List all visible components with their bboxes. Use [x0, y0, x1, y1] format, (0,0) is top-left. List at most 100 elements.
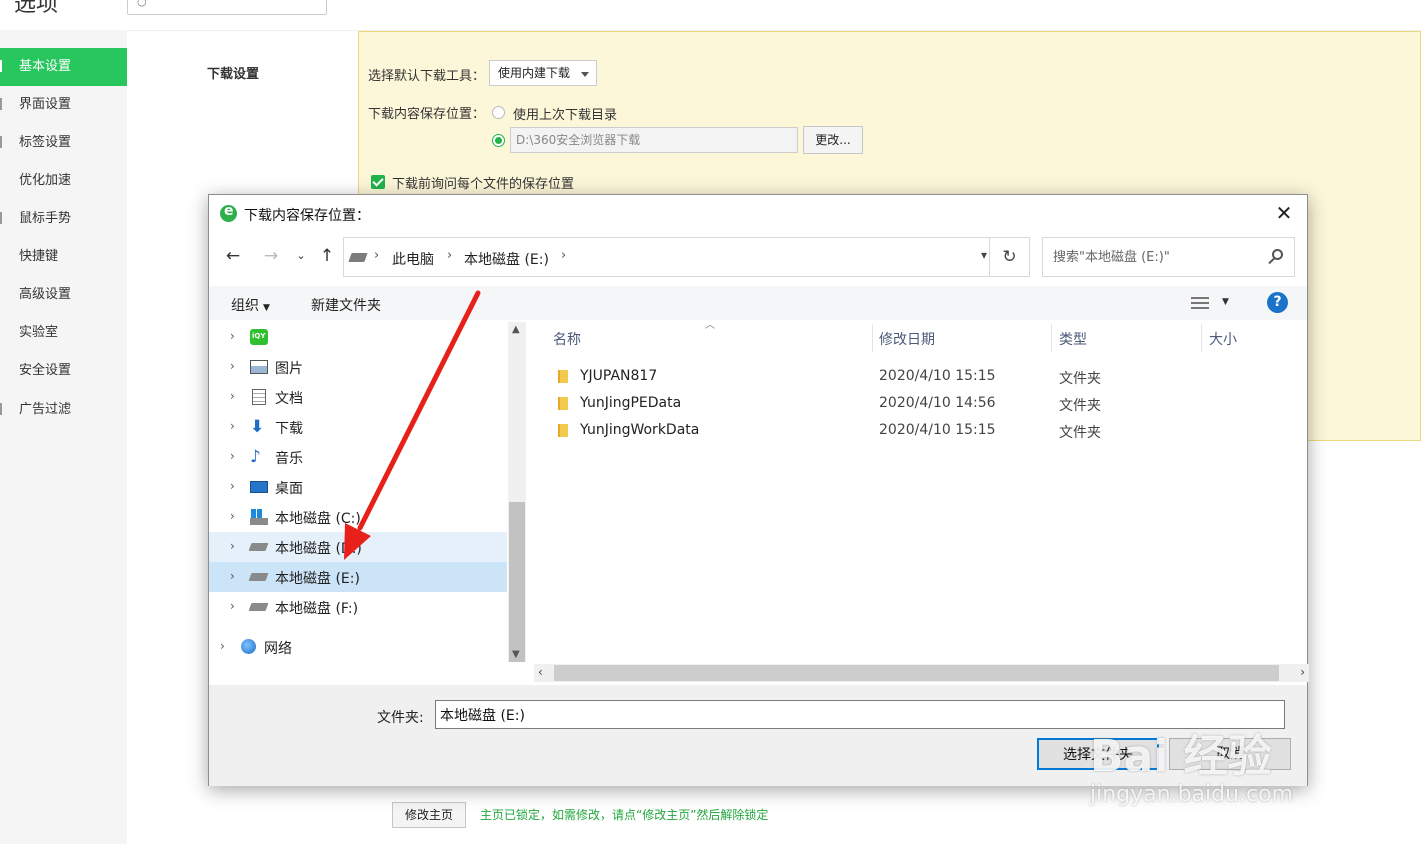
tree-item-label: 文档	[275, 391, 303, 407]
tree-item-label: 桌面	[275, 481, 303, 497]
tree-scrollbar[interactable]: ▲ ▼	[508, 322, 526, 662]
back-arrow-icon[interactable]: ←	[222, 245, 244, 267]
expand-chevron-icon[interactable]: ›	[230, 359, 235, 373]
organize-menu[interactable]: 组织 ▼	[231, 295, 270, 315]
tree-item-pictures[interactable]: › 图片	[209, 352, 507, 382]
file-row[interactable]: YunJingPEData 2020/4/10 14:56 文件夹	[527, 390, 1307, 417]
close-icon[interactable]: ✕	[1273, 202, 1295, 224]
sort-ascending-icon: ︿	[705, 320, 715, 331]
column-size[interactable]: 大小	[1209, 329, 1237, 349]
sidebar-item-shortcuts[interactable]: 快捷键	[0, 238, 127, 276]
sidebar-item-security[interactable]: 安全设置	[0, 352, 127, 390]
scroll-left-icon[interactable]: ‹	[538, 665, 543, 679]
sidebar-item-gestures[interactable]: 鼠标手势	[0, 200, 127, 238]
column-date[interactable]: 修改日期	[879, 329, 935, 349]
view-options-icon[interactable]	[1191, 297, 1209, 309]
tree-item-label: 本地磁盘 (E:)	[275, 571, 360, 587]
folder-icon	[558, 397, 568, 410]
scrollbar-thumb[interactable]	[509, 502, 525, 662]
tree-item-label: 本地磁盘 (D:)	[275, 541, 362, 557]
tree-item-documents[interactable]: › 文档	[209, 382, 507, 412]
sidebar-item-label: 快捷键	[19, 249, 59, 264]
tree-item-desktop[interactable]: › 桌面	[209, 472, 507, 502]
expand-chevron-icon[interactable]: ›	[230, 539, 235, 553]
refresh-icon[interactable]: ↻	[989, 238, 1029, 276]
scroll-down-icon[interactable]: ▼	[512, 649, 520, 660]
sidebar-item-basic[interactable]: 基本设置	[0, 48, 127, 86]
download-tool-select[interactable]: 使用内建下载	[489, 60, 597, 86]
navigation-bar: ← → ⌄ ↑ › 此电脑 › 本地磁盘 (E:) › ▾ ↻	[209, 237, 1307, 277]
address-bar[interactable]: › 此电脑 › 本地磁盘 (E:) › ▾ ↻	[343, 237, 1030, 277]
modify-homepage-button[interactable]: 修改主页	[392, 802, 466, 828]
download-tool-value: 使用内建下载	[498, 66, 571, 80]
chevron-right-icon[interactable]: ›	[374, 248, 379, 263]
help-icon[interactable]: ?	[1267, 292, 1288, 313]
sidebar-item-label: 广告过滤	[19, 402, 72, 417]
column-name[interactable]: 名称	[553, 329, 581, 349]
recent-locations-chevron-icon[interactable]: ⌄	[290, 245, 312, 267]
page-title: 选项	[14, 0, 59, 17]
expand-chevron-icon[interactable]: ›	[230, 389, 235, 403]
new-folder-button[interactable]: 新建文件夹	[311, 295, 381, 315]
up-arrow-icon[interactable]: ↑	[316, 245, 338, 267]
tree-item-iqiyi[interactable]: ›	[209, 322, 507, 352]
address-history-chevron-icon[interactable]: ▾	[981, 248, 987, 262]
homepage-lock-note: 主页已锁定，如需修改，请点“修改主页”然后解除锁定	[480, 808, 769, 822]
expand-chevron-icon[interactable]: ›	[230, 509, 235, 523]
radio-custom-path[interactable]	[492, 134, 505, 147]
sidebar-item-adblock[interactable]: 广告过滤	[0, 391, 127, 429]
breadcrumb-drive-e[interactable]: 本地磁盘 (E:)	[464, 249, 549, 269]
sidebar-item-interface[interactable]: 界面设置	[0, 86, 127, 124]
sidebar-item-tabs[interactable]: 标签设置	[0, 124, 127, 162]
expand-chevron-icon[interactable]: ›	[220, 639, 225, 653]
scroll-right-icon[interactable]: ›	[1300, 665, 1305, 679]
column-divider[interactable]	[1051, 324, 1052, 352]
settings-search-box[interactable]: ○	[127, 0, 327, 15]
chevron-down-icon: ▼	[263, 303, 270, 313]
file-row[interactable]: YJUPAN817 2020/4/10 15:15 文件夹	[527, 363, 1307, 390]
sidebar-item-optimize[interactable]: 优化加速	[0, 162, 127, 200]
column-divider[interactable]	[872, 324, 873, 352]
chevron-right-icon[interactable]: ›	[561, 248, 566, 263]
sidebar-item-label: 优化加速	[19, 173, 72, 188]
forward-arrow-icon[interactable]: →	[260, 245, 282, 267]
tree-item-drive-f[interactable]: › 本地磁盘 (F:)	[209, 592, 507, 622]
column-type[interactable]: 类型	[1059, 329, 1087, 349]
change-path-button[interactable]: 更改...	[803, 126, 863, 154]
sidebar-item-advanced[interactable]: 高级设置	[0, 276, 127, 314]
expand-chevron-icon[interactable]: ›	[230, 599, 235, 613]
search-icon[interactable]	[1272, 249, 1283, 260]
tree-item-music[interactable]: › ♪ 音乐	[209, 442, 507, 472]
ask-location-checkbox[interactable]	[371, 175, 385, 189]
expand-chevron-icon[interactable]: ›	[230, 419, 235, 433]
tree-item-network[interactable]: › 网络	[209, 632, 507, 662]
radio-last-directory[interactable]	[492, 106, 505, 119]
tree-item-label: 本地磁盘 (C:)	[275, 511, 361, 527]
scroll-up-icon[interactable]: ▲	[512, 324, 520, 335]
folder-icon	[558, 370, 568, 383]
sidebar-item-label: 安全设置	[19, 363, 72, 378]
breadcrumb-this-pc[interactable]: 此电脑	[392, 249, 434, 269]
download-path-field[interactable]: D:\360安全浏览器下载	[510, 127, 798, 153]
expand-chevron-icon[interactable]: ›	[230, 449, 235, 463]
folder-field-label: 文件夹:	[377, 710, 424, 726]
file-row[interactable]: YunJingWorkData 2020/4/10 15:15 文件夹	[527, 417, 1307, 444]
tree-item-downloads[interactable]: › ⬇ 下载	[209, 412, 507, 442]
tree-item-drive-e[interactable]: › 本地磁盘 (E:)	[209, 562, 507, 592]
expand-chevron-icon[interactable]: ›	[230, 569, 235, 583]
expand-chevron-icon[interactable]: ›	[230, 329, 235, 343]
tree-item-label: 音乐	[275, 451, 303, 467]
sidebar-item-lab[interactable]: 实验室	[0, 314, 127, 352]
expand-chevron-icon[interactable]: ›	[230, 479, 235, 493]
scrollbar-thumb[interactable]	[554, 665, 1279, 681]
column-divider[interactable]	[1201, 324, 1202, 352]
list-horizontal-scrollbar[interactable]: ‹ ›	[534, 664, 1309, 682]
navigation-tree: › › 图片 › 文档 › ⬇ 下载 › ♪ 音乐 › 桌面 › 本地磁盘 (C:) › 本地磁盘…	[209, 322, 507, 662]
tree-item-drive-c[interactable]: › 本地磁盘 (C:)	[209, 502, 507, 532]
tree-item-drive-d[interactable]: › 本地磁盘 (D:)	[209, 532, 507, 562]
search-input[interactable]	[1044, 239, 1254, 275]
chevron-down-icon[interactable]: ▼	[1222, 297, 1229, 307]
chevron-right-icon[interactable]: ›	[447, 248, 452, 263]
drive-icon	[248, 543, 269, 551]
drive-icon	[348, 253, 368, 262]
